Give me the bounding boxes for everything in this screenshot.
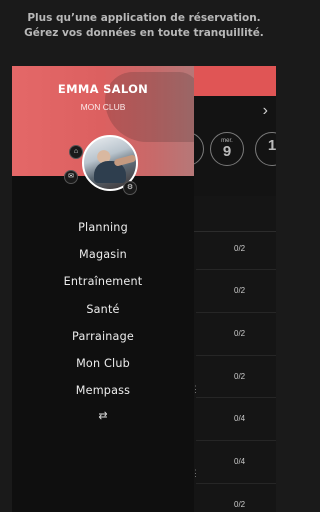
day-number: 1 (267, 137, 276, 154)
menu-item-magasin[interactable]: Magasin (12, 241, 194, 268)
slot-count: 0/4 (234, 457, 246, 466)
gear-icon[interactable]: ⚙ (123, 181, 137, 195)
banner-line-2: Gérez vos données en toute tranquillité. (24, 27, 264, 39)
user-name: EMMA SALON (57, 82, 149, 96)
app-screen: › mer. 9 1 0/2 0/2 0/2 0/2 0/4 0/4 0/2 ⋮… (12, 66, 276, 512)
banner-line-1: Plus qu’une application de réservation. (27, 12, 261, 24)
row-divider (196, 440, 276, 441)
slot-count: 0/2 (234, 372, 246, 381)
menu-item-mon-club[interactable]: Mon Club (12, 350, 194, 377)
slot-count: 0/2 (234, 244, 246, 253)
day-number: 9 (222, 143, 232, 160)
day-circle[interactable]: mer. 9 (210, 132, 244, 166)
row-divider (196, 269, 276, 270)
menu-item-entrainement[interactable]: Entraînement (12, 268, 194, 295)
slot-count: 0/2 (234, 500, 246, 509)
menu-item-sante[interactable]: Santé (12, 296, 194, 323)
home-icon[interactable]: ⌂ (69, 145, 83, 159)
promo-banner: Plus qu’une application de réservation. … (0, 0, 288, 56)
club-name[interactable]: MON CLUB (12, 102, 194, 112)
shuffle-icon[interactable]: ⇄ (94, 407, 112, 425)
menu-item-mempass[interactable]: Mempass (12, 377, 194, 404)
navigation-drawer: EMMA SALON MON CLUB ⌂ ✉ ⚙ Planning Magas… (12, 66, 194, 512)
row-divider (196, 312, 276, 313)
row-divider (196, 397, 276, 398)
chevron-right-icon[interactable]: › (263, 102, 268, 120)
mail-icon[interactable]: ✉ (64, 170, 78, 184)
drawer-menu: Planning Magasin Entraînement Santé Parr… (12, 214, 194, 404)
row-divider (196, 483, 276, 484)
menu-item-parrainage[interactable]: Parrainage (12, 323, 194, 350)
slot-count: 0/2 (234, 286, 246, 295)
slot-count: 0/4 (234, 414, 246, 423)
row-divider (196, 355, 276, 356)
menu-item-planning[interactable]: Planning (12, 214, 194, 241)
slot-count: 0/2 (234, 329, 246, 338)
